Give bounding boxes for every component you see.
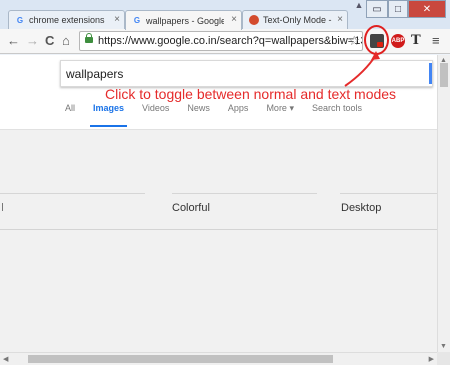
close-tab-icon[interactable]: ×: [114, 14, 120, 25]
tab-text-only-mode[interactable]: Text-Only Mode - Chrom ×: [242, 10, 348, 29]
scroll-left-icon[interactable]: ◀: [3, 355, 8, 363]
tab-title: chrome extensions text: [29, 15, 107, 25]
google-icon: G: [133, 16, 141, 25]
home-button[interactable]: ⌂: [62, 33, 70, 49]
bookmark-star-icon[interactable]: ☆: [348, 33, 360, 49]
reload-button[interactable]: C: [45, 33, 54, 49]
google-icon: G: [16, 15, 24, 25]
tab-images[interactable]: Images: [90, 103, 128, 127]
close-window-button[interactable]: ✕: [408, 0, 446, 18]
adblock-plus-icon[interactable]: ABP: [391, 34, 405, 48]
divider: [0, 229, 437, 230]
tab-title: Text-Only Mode - Chrom: [263, 15, 333, 25]
lock-icon: [85, 33, 93, 43]
forward-button[interactable]: →: [26, 33, 39, 49]
search-query: wallpapers: [66, 67, 124, 81]
tab-title: wallpapers - Google Sea: [146, 15, 224, 26]
tab-apps[interactable]: Apps: [228, 103, 249, 114]
chip-edge-mark: [2, 203, 3, 211]
text-extension-icon[interactable]: T: [411, 34, 425, 48]
vertical-scrollbar[interactable]: ▲ ▼: [437, 55, 450, 352]
tab-news[interactable]: News: [187, 103, 210, 114]
search-tabs: All Images Videos News Apps More ▾ Searc…: [65, 103, 380, 127]
related-chips: Colorful Desktop: [0, 180, 437, 230]
chip-card: [340, 180, 437, 194]
chrome-menu-icon[interactable]: ≡: [432, 34, 440, 48]
chip-desktop[interactable]: Desktop: [341, 202, 381, 214]
tab-more[interactable]: More ▾: [266, 103, 294, 114]
chip-card: [0, 180, 145, 194]
tab-all[interactable]: All: [65, 103, 75, 114]
horizontal-scroll-thumb[interactable]: [28, 355, 333, 363]
tab-wallpapers[interactable]: G wallpapers - Google Sea ×: [125, 10, 242, 30]
scrollbar-corner: [437, 352, 450, 365]
search-caret: [429, 63, 432, 84]
annotation-text: Click to toggle between normal and text …: [105, 86, 397, 102]
annotation-highlight-circle: [364, 25, 389, 55]
tab-search-tools[interactable]: Search tools: [312, 103, 362, 114]
tab-strip: G chrome extensions text × G wallpapers …: [0, 0, 450, 30]
search-input[interactable]: wallpapers: [60, 60, 433, 87]
horizontal-scrollbar[interactable]: ◀ ▶: [0, 352, 437, 365]
tab-videos[interactable]: Videos: [142, 103, 169, 114]
back-button[interactable]: ←: [7, 33, 20, 49]
vertical-scroll-thumb[interactable]: [440, 63, 448, 87]
minimize-button[interactable]: ▭: [366, 0, 388, 18]
address-bar[interactable]: https://www.google.co.in/search?q=wallpa…: [79, 31, 363, 51]
text-only-extension-icon: [249, 15, 259, 25]
url-text: https://www.google.co.in/search?q=wallpa…: [98, 35, 363, 47]
chip-card: [172, 180, 317, 194]
scroll-down-icon[interactable]: ▼: [440, 343, 447, 350]
chip-colorful[interactable]: Colorful: [172, 202, 210, 214]
scroll-right-icon[interactable]: ▶: [429, 355, 434, 363]
tab-chrome-extensions[interactable]: G chrome extensions text ×: [8, 10, 125, 29]
close-tab-icon[interactable]: ×: [337, 14, 343, 25]
close-tab-icon[interactable]: ×: [231, 14, 237, 25]
maximize-button[interactable]: □: [388, 0, 408, 18]
